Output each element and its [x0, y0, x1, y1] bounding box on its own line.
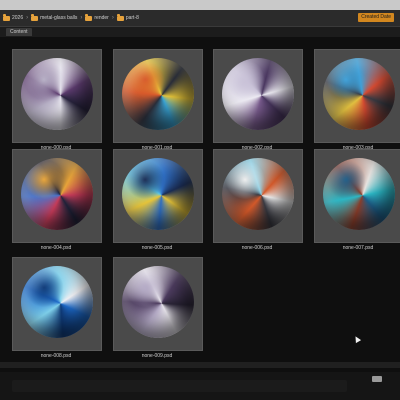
breadcrumb-item[interactable]: 2026 — [3, 13, 24, 21]
file-name-label[interactable]: none-008.psd — [12, 353, 100, 359]
folder-icon — [85, 13, 93, 21]
folder-icon — [3, 13, 10, 21]
file-name-label[interactable]: none-006.psd — [213, 245, 301, 251]
horizontal-scrollbar[interactable] — [0, 362, 400, 368]
file-thumbnail[interactable] — [314, 149, 400, 243]
thumbnail-grid: none-000.psd none-001.psd none-002.psd none… — [0, 37, 400, 372]
swirl-sphere-preview — [222, 158, 294, 230]
file-thumbnail[interactable] — [213, 149, 303, 243]
swirl-sphere-preview — [323, 158, 395, 230]
sort-dropdown[interactable]: Created Date — [358, 13, 394, 22]
breadcrumb-label: 2026 — [12, 15, 24, 21]
file-thumbnail[interactable] — [12, 149, 102, 243]
breadcrumb-item[interactable]: metal-glass balls — [31, 13, 78, 21]
swirl-sphere-preview — [323, 58, 395, 130]
file-thumbnail[interactable] — [113, 149, 203, 243]
breadcrumb-label: render — [94, 15, 109, 21]
file-thumbnail[interactable] — [12, 49, 102, 143]
folder-icon — [31, 13, 39, 21]
breadcrumb-item[interactable]: part-8 — [116, 13, 139, 21]
file-browser-window: 2026 › metal-glass balls › render › part… — [0, 10, 400, 372]
file-name-label[interactable]: none-007.psd — [314, 245, 400, 251]
breadcrumb-separator: › — [26, 15, 29, 21]
tab-content[interactable]: Content — [6, 28, 32, 36]
swirl-sphere-preview — [122, 266, 194, 338]
swirl-sphere-preview — [122, 58, 194, 130]
panel-tab-bar: Content — [0, 27, 400, 37]
file-thumbnail[interactable] — [113, 257, 203, 351]
file-thumbnail[interactable] — [12, 257, 102, 351]
swirl-sphere-preview — [21, 158, 93, 230]
breadcrumb-item[interactable]: render — [85, 13, 109, 21]
path-bar: 2026 › metal-glass balls › render › part… — [0, 10, 400, 27]
swirl-sphere-preview — [21, 58, 93, 130]
swirl-sphere-preview — [122, 158, 194, 230]
breadcrumb-separator: › — [111, 15, 114, 21]
taskbar-strip — [12, 380, 347, 392]
bezel-indicator — [372, 376, 382, 382]
file-thumbnail[interactable] — [113, 49, 203, 143]
breadcrumb-label: part-8 — [125, 15, 139, 21]
file-thumbnail[interactable] — [213, 49, 303, 143]
monitor-top-strip — [0, 0, 400, 10]
file-name-label[interactable]: none-005.psd — [113, 245, 201, 251]
folder-icon — [116, 13, 124, 21]
swirl-sphere-preview — [21, 266, 93, 338]
breadcrumb-separator: › — [80, 15, 83, 21]
breadcrumb: 2026 › metal-glass balls › render › part… — [0, 13, 139, 21]
file-name-label[interactable]: none-009.psd — [113, 353, 201, 359]
swirl-sphere-preview — [222, 58, 294, 130]
file-name-label[interactable]: none-004.psd — [12, 245, 100, 251]
file-thumbnail[interactable] — [314, 49, 400, 143]
breadcrumb-label: metal-glass balls — [40, 15, 78, 21]
